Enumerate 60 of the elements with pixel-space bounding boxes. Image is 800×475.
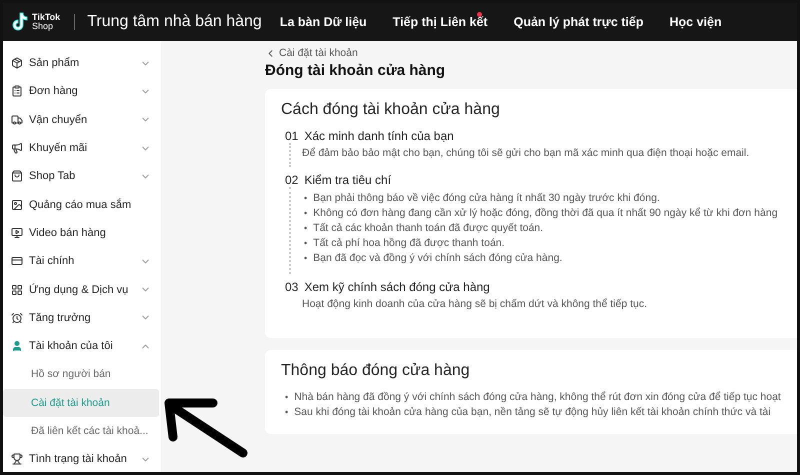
bullet-mark: • xyxy=(304,192,308,205)
sidebar-item[interactable]: Tài khoản của tôi xyxy=(3,332,161,360)
notice-item: Nhà bán hàng đã đồng ý với chính sách đóng cửa hàng, không thể rút đơn xin đóng cửa để tiếp tục hoạt xyxy=(294,390,781,405)
step-description: Hoạt động kinh doanh của cửa hàng sẽ bị chấm dứt và không thể tiếp tục. xyxy=(302,298,648,310)
sidebar-item[interactable]: Ứng dụng & Dịch vụ xyxy=(3,275,161,304)
bullet-mark: • xyxy=(304,222,308,235)
menu-icon xyxy=(11,340,23,352)
step-title: Xác minh danh tính của bạn xyxy=(304,129,454,143)
menu-icon xyxy=(11,142,23,154)
step-description: Để đảm bảo bảo mật cho bạn, chúng tôi sẽ gửi cho bạn mã xác minh qua điện thoại hoặc email. xyxy=(302,147,750,159)
menu-icon xyxy=(11,226,23,239)
sidebar-item[interactable]: Vận chuyển xyxy=(3,106,161,134)
sidebar-item[interactable]: Đơn hàng xyxy=(3,77,161,106)
criteria-item: Không có đơn hàng đang cần xử lý hoặc đóng, đồng thời đã qua ít nhất 90 ngày kể từ khi đơn hàng xyxy=(313,206,778,221)
page-title: Đóng tài khoản cửa hàng xyxy=(265,62,446,79)
menu-icon xyxy=(11,453,23,466)
menu-icon xyxy=(11,85,23,98)
notice-item: Sau khi đóng tài khoản cửa hàng của bạn, nền tảng sẽ tự động hủy liên kết tài khoản chính thức và tài xyxy=(294,405,771,420)
menu-icon xyxy=(11,284,23,296)
sidebar-item[interactable]: Khuyến mãi xyxy=(3,134,161,162)
sidebar-item[interactable]: Shop Tab xyxy=(3,162,161,190)
sidebar-item[interactable]: Quảng cáo mua sắm xyxy=(3,190,161,219)
tiktok-logo-icon xyxy=(11,12,29,32)
nav-link[interactable]: Quản lý phát trực tiếp xyxy=(514,15,644,29)
sidebar-item[interactable]: Tình trạng tài khoản xyxy=(3,445,161,472)
bullet-mark: • xyxy=(285,391,288,404)
card-title: Thông báo đóng cửa hàng xyxy=(281,362,471,380)
menu-icon xyxy=(11,170,23,182)
sidebar-item[interactable]: Video bán hàng xyxy=(3,218,161,248)
sidebar-subitem[interactable]: Đã liên kết các tài khoả... xyxy=(3,416,159,446)
nav-link[interactable]: La bàn Dữ liệu xyxy=(280,15,367,29)
sidebar-item[interactable]: Sản phẩm xyxy=(3,49,161,78)
nav-link[interactable]: Tiếp thị Liên kết xyxy=(392,15,488,29)
nav-link[interactable]: Học viện xyxy=(670,15,722,29)
logo-text: TikTok xyxy=(32,13,60,22)
card-title: Cách đóng tài khoản cửa hàng xyxy=(281,101,501,119)
step-number: 01 xyxy=(285,129,298,143)
bullet-mark: • xyxy=(304,207,308,220)
bullet-mark: • xyxy=(285,406,288,419)
menu-icon xyxy=(11,198,23,211)
criteria-item: Tất cả các khoản thanh toán đã được quyết toán. xyxy=(313,221,544,236)
logo-text: Shop xyxy=(32,22,54,31)
bullet-mark: • xyxy=(304,237,308,250)
criteria-item: Tất cả phí hoa hồng đã được thanh toán. xyxy=(313,236,505,251)
step-number: 03 xyxy=(285,280,298,294)
menu-icon xyxy=(11,255,23,268)
criteria-item: Bạn đã đọc và đồng ý với chính sách đóng cửa hàng. xyxy=(313,251,562,266)
menu-icon xyxy=(11,312,23,324)
menu-icon xyxy=(11,57,23,70)
menu-icon xyxy=(11,114,23,126)
sidebar-subitem[interactable]: Hồ sơ người bán xyxy=(3,360,159,389)
step-number: 02 xyxy=(285,173,298,187)
bullet-mark: • xyxy=(304,252,308,265)
breadcrumb-link[interactable]: Cài đặt tài khoản xyxy=(279,47,358,59)
criteria-item: Bạn phải thông báo về việc đóng cửa hàng ít nhất 30 ngày trước khi đóng. xyxy=(313,191,660,206)
sidebar-item[interactable]: Tăng trưởng xyxy=(3,304,161,332)
app-title: Trung tâm nhà bán hàng xyxy=(87,13,262,31)
step-title: Xem kỹ chính sách đóng cửa hàng xyxy=(304,280,490,294)
step-title: Kiểm tra tiêu chí xyxy=(304,173,392,187)
sidebar-item[interactable]: Tài chính xyxy=(3,247,161,276)
